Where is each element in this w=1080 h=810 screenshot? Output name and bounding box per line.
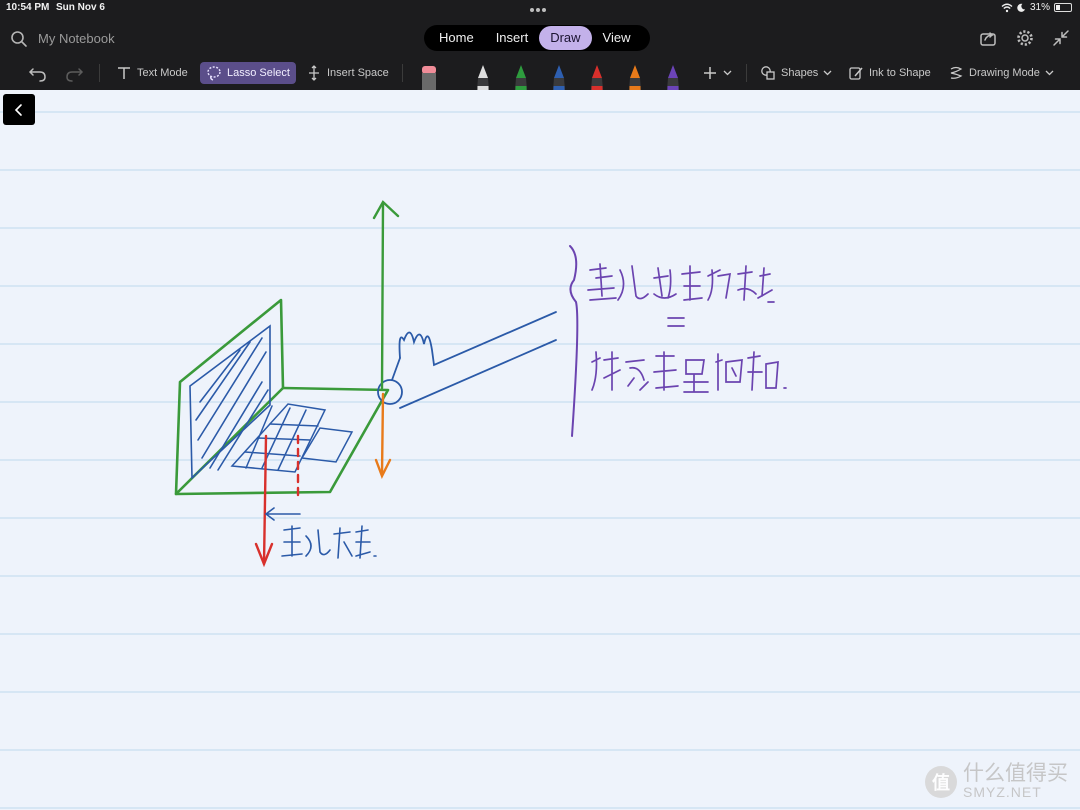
keyboard-sketch xyxy=(230,403,354,473)
brace-sketch xyxy=(569,245,579,437)
ink-to-shape-button[interactable]: Ink to Shape xyxy=(842,62,937,84)
ink-to-shape-label: Ink to Shape xyxy=(869,67,931,79)
green-pen-icon[interactable] xyxy=(512,64,530,90)
hand-sketch xyxy=(377,311,557,409)
text-icon xyxy=(118,67,130,79)
draw-toolbar: Text Mode Lasso Select Insert Space Shap… xyxy=(0,56,1080,90)
drawing-mode-button[interactable]: Drawing Mode xyxy=(942,62,1060,84)
trackpad-sketch xyxy=(300,427,354,463)
header-row: My Notebook Home Insert Draw View xyxy=(0,20,1080,56)
highlighter-pen-icon[interactable] xyxy=(474,64,492,90)
blue-pen-icon[interactable] xyxy=(550,64,568,90)
text-mode-label: Text Mode xyxy=(137,67,188,79)
ruled-lines xyxy=(0,111,1080,809)
watermark-text: 什么值得买 SMYZ.NET xyxy=(963,763,1068,800)
lasso-icon xyxy=(207,66,221,81)
battery-percent: 31% xyxy=(1029,2,1050,13)
lasso-select-label: Lasso Select xyxy=(227,67,290,79)
handwritten-note xyxy=(587,263,787,393)
status-bar: 10:54 PM Sun Nov 6 31% xyxy=(0,0,1080,16)
status-date: Sun Nov 6 xyxy=(56,2,105,13)
add-pen-button[interactable] xyxy=(696,62,738,84)
search-icon[interactable] xyxy=(10,30,28,48)
drawing-mode-icon xyxy=(950,66,963,79)
chevron-down-icon xyxy=(723,70,732,76)
laptop-sketch xyxy=(174,298,390,496)
insert-space-label: Insert Space xyxy=(327,67,389,79)
insert-space-button[interactable]: Insert Space xyxy=(300,62,395,84)
notebook-title[interactable]: My Notebook xyxy=(38,31,115,46)
chevron-down-icon xyxy=(823,70,832,76)
tab-draw[interactable]: Draw xyxy=(539,26,592,50)
shapes-button[interactable]: Shapes xyxy=(754,62,838,84)
lasso-select-button[interactable]: Lasso Select xyxy=(200,62,296,84)
drawing-mode-label: Drawing Mode xyxy=(969,67,1040,79)
back-button[interactable] xyxy=(3,94,35,125)
purple-pen-icon[interactable] xyxy=(664,64,682,90)
shapes-label: Shapes xyxy=(781,67,819,79)
ink-to-shape-icon xyxy=(849,67,863,80)
moon-icon xyxy=(1017,3,1026,12)
handwritten-note-gravity xyxy=(281,525,377,559)
collapse-icon[interactable] xyxy=(1051,28,1071,48)
app-chrome: 10:54 PM Sun Nov 6 31% My Notebook Home … xyxy=(0,0,1080,90)
toolbar-divider xyxy=(402,64,403,82)
upward-force-arrow xyxy=(372,200,400,390)
chevron-down-icon xyxy=(1045,70,1054,76)
red-pen-icon[interactable] xyxy=(588,64,606,90)
eraser-icon[interactable] xyxy=(420,64,438,90)
undo-icon[interactable] xyxy=(24,62,52,84)
status-indicators: 31% xyxy=(1001,2,1072,13)
toolbar-divider xyxy=(746,64,747,82)
gear-icon[interactable] xyxy=(1015,28,1035,48)
ribbon-tabs: Home Insert Draw View xyxy=(424,25,650,51)
shapes-icon xyxy=(761,66,775,80)
notebook-canvas[interactable] xyxy=(0,90,1080,810)
redo-icon[interactable] xyxy=(60,62,88,84)
watermark-line1: 什么值得买 xyxy=(963,762,1068,786)
chevron-left-icon xyxy=(14,103,22,116)
eraser-tip xyxy=(422,66,436,74)
text-mode-button[interactable]: Text Mode xyxy=(110,62,194,84)
watermark-badge: 值 xyxy=(925,765,957,798)
equals-sign xyxy=(667,317,685,327)
multitasking-dots-icon[interactable] xyxy=(530,4,550,12)
toolbar-divider xyxy=(99,64,100,82)
wifi-icon xyxy=(1001,3,1013,12)
tab-insert[interactable]: Insert xyxy=(485,26,540,50)
plus-icon xyxy=(704,67,716,79)
orange-pen-icon[interactable] xyxy=(626,64,644,90)
watermark-logo: 值 什么值得买 SMYZ.NET xyxy=(925,763,1068,800)
watermark-line2: SMYZ.NET xyxy=(963,784,1042,801)
battery-icon xyxy=(1054,3,1072,12)
insert-space-icon xyxy=(309,65,319,81)
tab-home[interactable]: Home xyxy=(428,26,485,50)
share-icon[interactable] xyxy=(978,28,998,48)
tab-view[interactable]: View xyxy=(592,26,642,50)
status-time: 10:54 PM xyxy=(6,2,50,13)
